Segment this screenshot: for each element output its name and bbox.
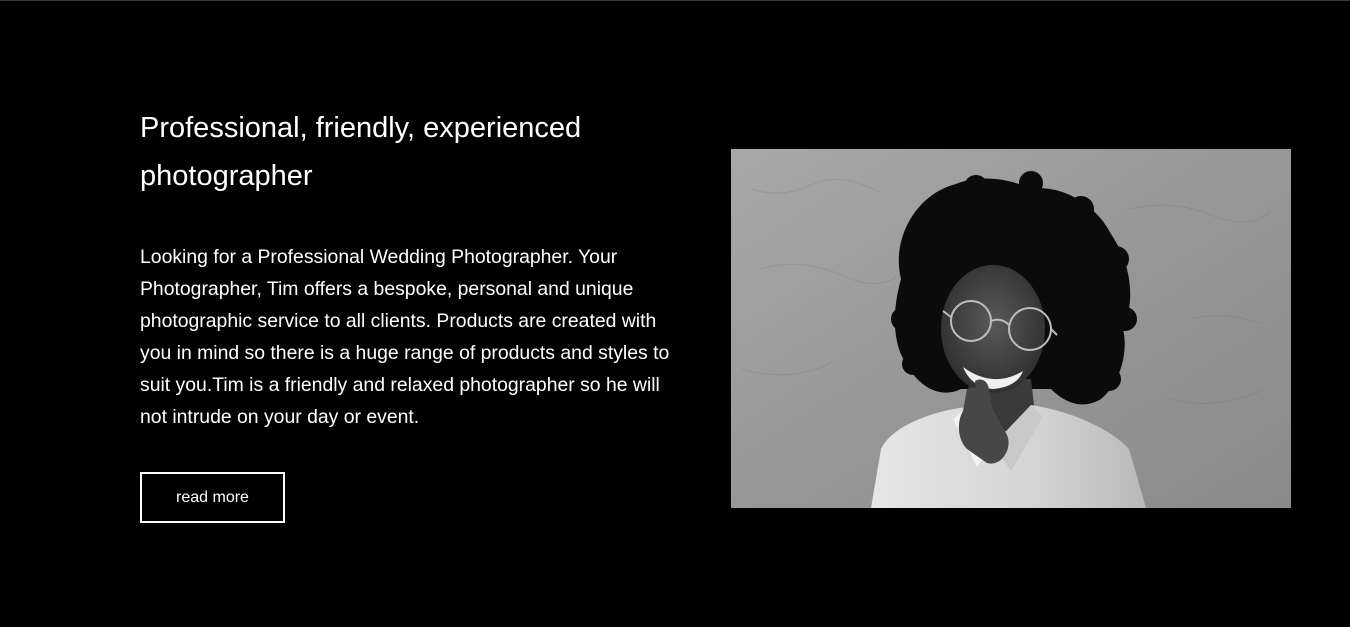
read-more-button[interactable]: read more bbox=[140, 472, 285, 523]
top-divider bbox=[0, 0, 1350, 1]
section-description: Looking for a Professional Wedding Photo… bbox=[140, 246, 670, 428]
intro-section: Professional, friendly, experienced phot… bbox=[140, 104, 670, 433]
section-headline: Professional, friendly, experienced phot… bbox=[140, 112, 582, 192]
portrait-illustration bbox=[731, 149, 1291, 508]
photographer-portrait-image bbox=[731, 149, 1291, 508]
